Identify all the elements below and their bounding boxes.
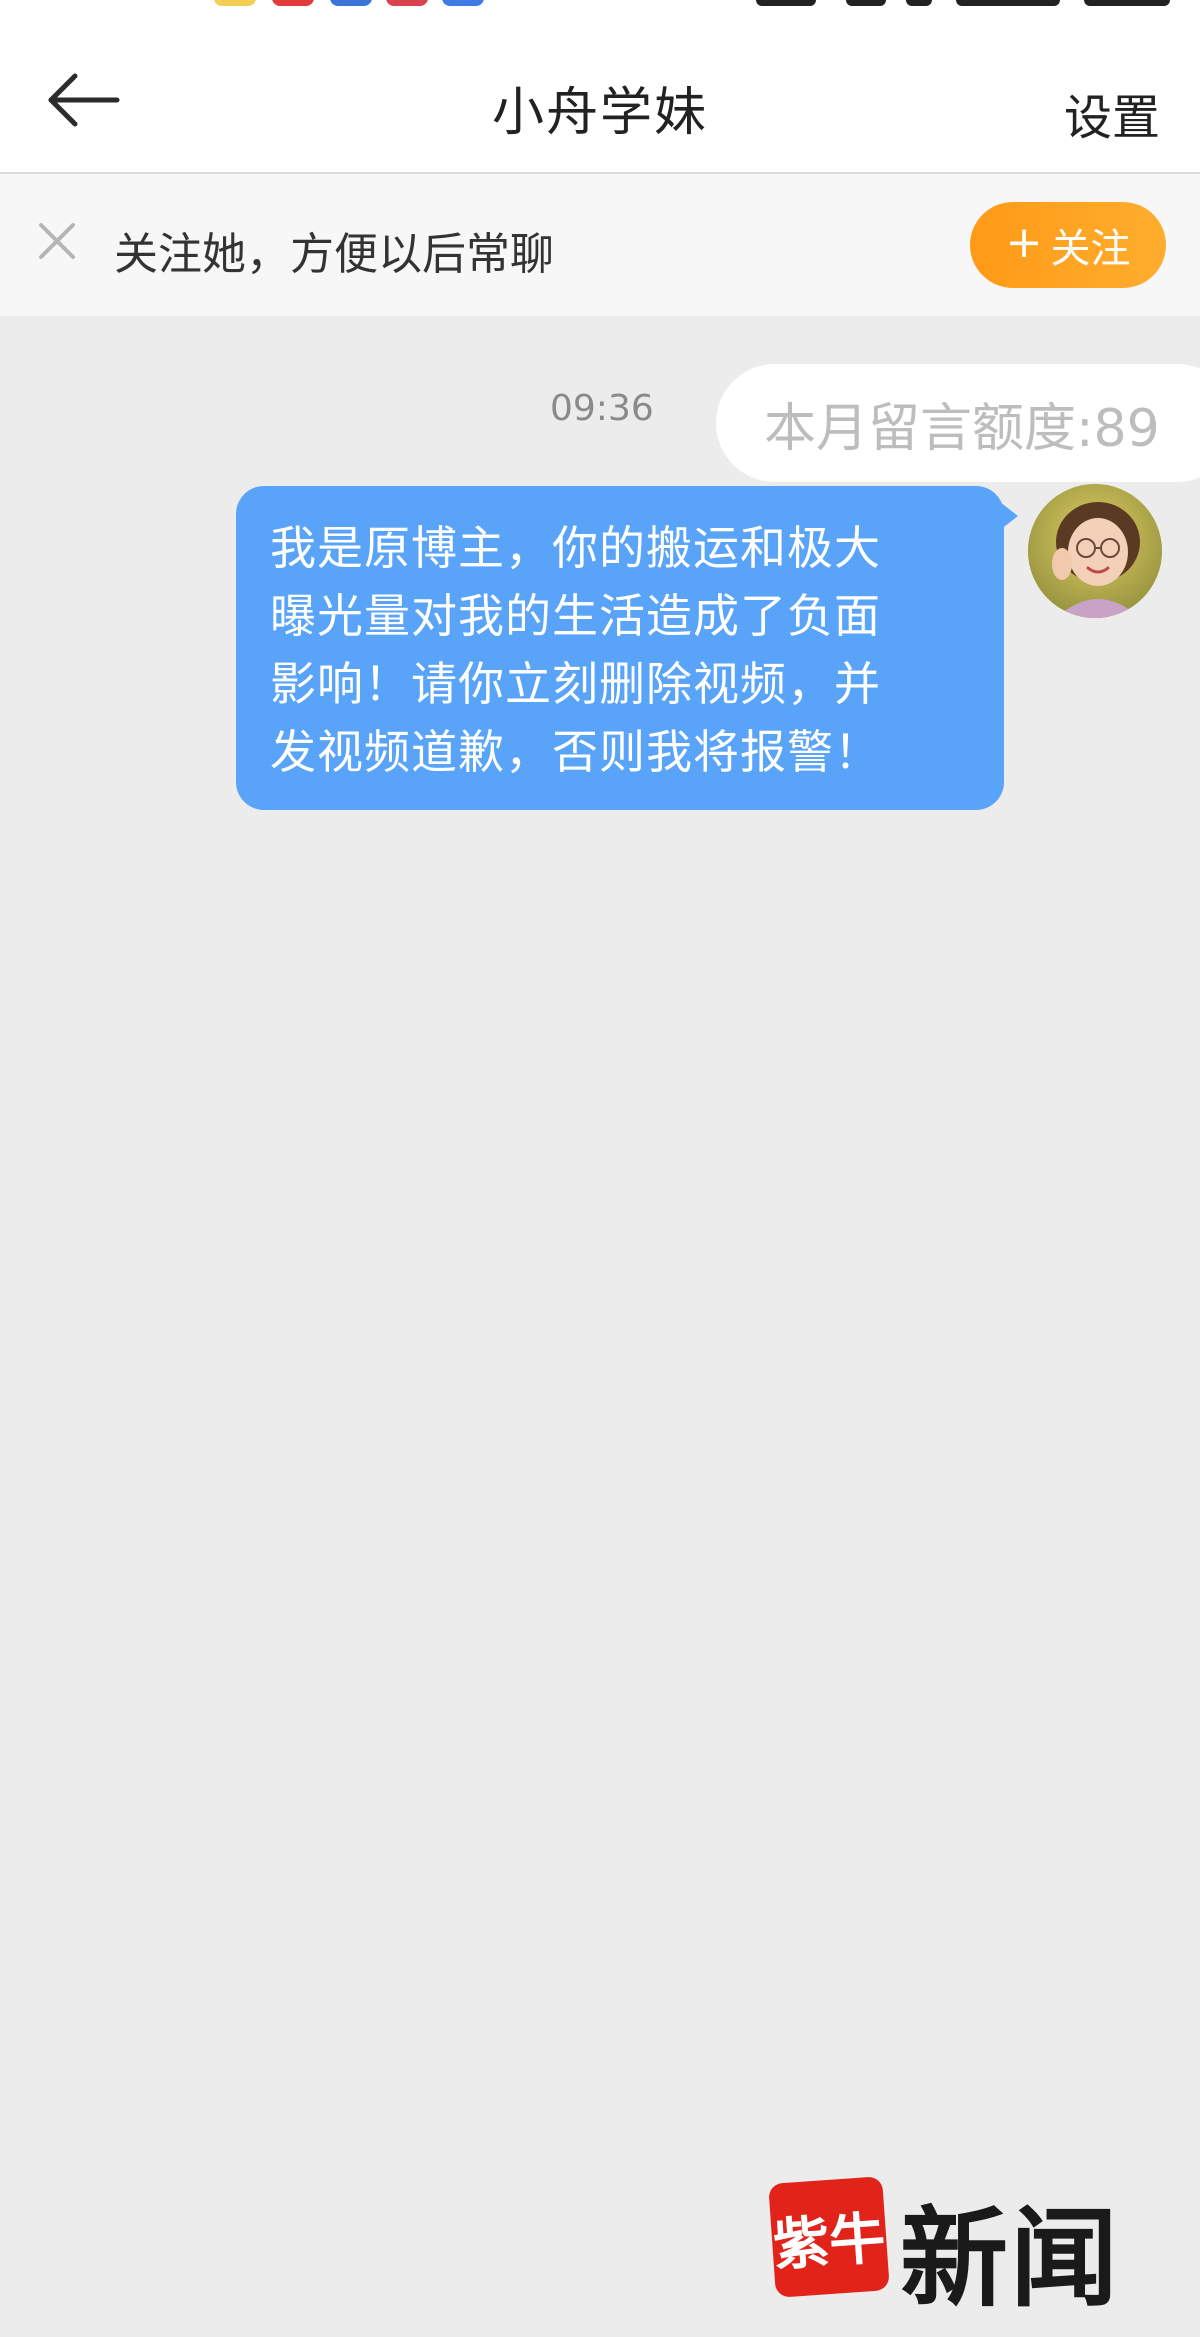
- close-icon: [37, 221, 77, 265]
- signal-icon: [756, 0, 816, 6]
- status-bar: [0, 0, 1200, 10]
- message-line: 影响！请你立刻删除视频，并: [270, 657, 881, 711]
- follow-prompt-text: 关注她，方便以后常聊: [114, 229, 554, 280]
- watermark-logo: 紫牛 新闻: [768, 2176, 1172, 2322]
- nav-header: 小舟学妹 设置: [0, 10, 1200, 174]
- message-line: 曝光量对我的生活造成了负面: [270, 589, 881, 643]
- page-title: 小舟学妹: [491, 83, 708, 143]
- status-icon: [214, 0, 256, 6]
- message-line: 我是原博主，你的搬运和极大: [270, 521, 881, 575]
- wifi-icon: [846, 0, 886, 6]
- status-icon: [330, 0, 372, 6]
- message-timestamp: 09:36: [550, 388, 654, 429]
- battery-icon: [1084, 0, 1170, 6]
- message-line: 发视频道歉，否则我将报警！: [270, 725, 881, 779]
- plus-icon: +: [1005, 217, 1043, 268]
- close-banner-button[interactable]: [32, 218, 82, 268]
- message-bubble[interactable]: 我是原博主，你的搬运和极大 曝光量对我的生活造成了负面 影响！请你立刻删除视频，…: [236, 486, 1004, 810]
- avatar-image: [1028, 484, 1162, 618]
- status-icon: [272, 0, 314, 6]
- bubble-tail: [1000, 502, 1018, 530]
- follow-banner: 关注她，方便以后常聊 + 关注: [0, 174, 1200, 316]
- settings-button[interactable]: 设置: [1064, 78, 1160, 148]
- follow-button-label: 关注: [1050, 226, 1131, 272]
- status-icon: [386, 0, 428, 6]
- message-quota-badge: 本月留言额度:89: [716, 364, 1200, 482]
- avatar[interactable]: [1028, 484, 1162, 618]
- cellular-icon: [956, 0, 1060, 6]
- zi-niu-logo-badge: 紫牛: [768, 2176, 890, 2298]
- follow-button[interactable]: + 关注: [970, 202, 1166, 288]
- network-icon: [906, 0, 932, 6]
- status-icon: [442, 0, 484, 6]
- chat-screen: 小舟学妹 设置 关注她，方便以后常聊 + 关注 09:36 本月留言额度:89 …: [0, 0, 1200, 2337]
- watermark-text: 新闻: [900, 2196, 1121, 2322]
